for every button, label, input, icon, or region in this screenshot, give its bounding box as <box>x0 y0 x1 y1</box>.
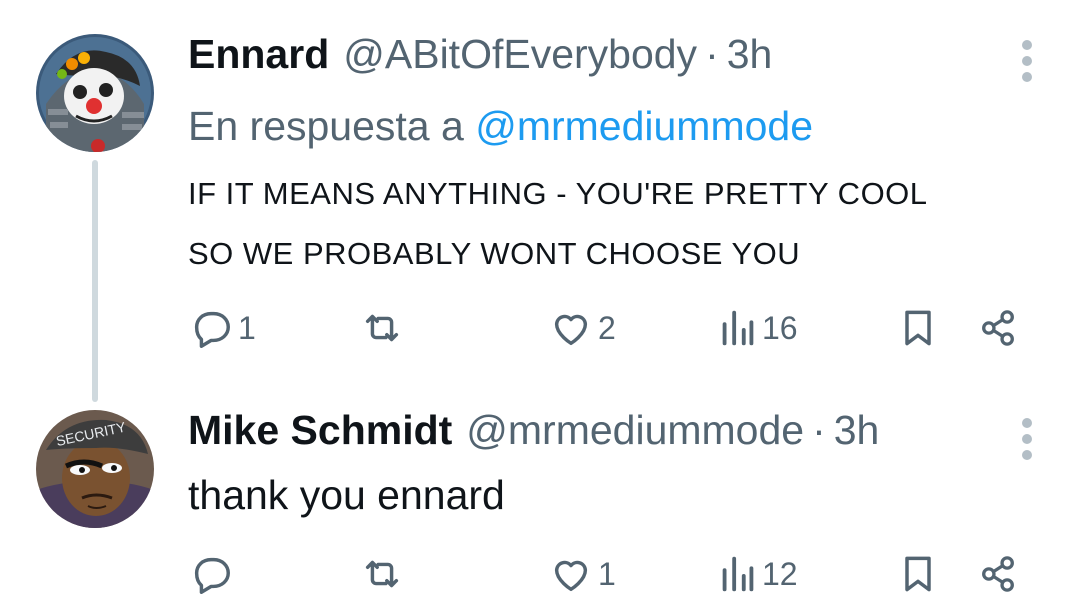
views-count: 12 <box>762 555 798 592</box>
tweet-header: Mike Schmidt @mrmediummode · 3h <box>188 406 1040 454</box>
heart-icon <box>554 314 588 346</box>
tweet-text: thank you ennard <box>188 472 505 518</box>
security-guard-avatar-icon[interactable]: SECURITY <box>36 410 154 528</box>
tweet-actions: 1 12 <box>188 550 1040 598</box>
thread-connector-line <box>92 160 98 402</box>
separator-dot: · <box>812 407 826 453</box>
reply-count: 1 <box>238 309 256 346</box>
tweet-timestamp[interactable]: 3h <box>834 406 880 454</box>
analytics-icon <box>722 556 754 592</box>
views-count: 16 <box>762 309 798 346</box>
retweet-icon <box>365 560 399 588</box>
more-options-icon[interactable] <box>1020 418 1034 460</box>
tweet-mike-schmidt[interactable]: SECURITY Mike Schmidt @mrmediummode · 3h… <box>0 400 1080 612</box>
tweet-actions: 1 2 16 <box>188 304 1040 352</box>
author-name[interactable]: Mike Schmidt <box>188 406 452 454</box>
like-button[interactable]: 1 <box>548 550 616 598</box>
retweet-button[interactable] <box>358 550 410 598</box>
like-count: 1 <box>598 555 616 592</box>
retweet-icon <box>365 314 399 342</box>
share-button[interactable] <box>976 550 1020 598</box>
tweet-header: Ennard @ABitOfEverybody · 3h <box>188 30 1040 78</box>
bookmark-button[interactable] <box>896 550 940 598</box>
reply-mention-link[interactable]: @mrmediummode <box>475 103 813 149</box>
reply-icon <box>194 557 230 594</box>
reply-button[interactable] <box>188 550 238 598</box>
views-button[interactable]: 16 <box>718 304 798 352</box>
author-handle[interactable]: @mrmediummode <box>466 406 804 454</box>
reply-button[interactable]: 1 <box>188 304 256 352</box>
clown-robot-avatar-icon[interactable] <box>36 34 154 152</box>
share-icon <box>982 556 1014 592</box>
heart-icon <box>554 560 588 592</box>
like-button[interactable]: 2 <box>548 304 616 352</box>
share-icon <box>982 310 1014 346</box>
separator-dot: · <box>705 31 719 77</box>
author-name[interactable]: Ennard <box>188 30 329 78</box>
reply-context: En respuesta a @mrmediummode <box>188 102 1040 150</box>
tweet-timestamp[interactable]: 3h <box>727 30 773 78</box>
more-options-icon[interactable] <box>1020 40 1034 82</box>
bookmark-button[interactable] <box>896 304 940 352</box>
reply-prefix: En respuesta a <box>188 103 464 149</box>
retweet-button[interactable] <box>358 304 410 352</box>
author-handle[interactable]: @ABitOfEverybody <box>343 30 697 78</box>
analytics-icon <box>722 310 754 346</box>
tweet-text: IF IT MEANS ANYTHING - YOU'RE PRETTY COO… <box>188 176 928 271</box>
views-button[interactable]: 12 <box>718 550 798 598</box>
reply-icon <box>194 311 230 348</box>
bookmark-icon <box>905 310 931 346</box>
tweet-ennard[interactable]: Ennard @ABitOfEverybody · 3h En respuest… <box>0 0 1080 402</box>
like-count: 2 <box>598 309 616 346</box>
share-button[interactable] <box>976 304 1020 352</box>
bookmark-icon <box>905 556 931 592</box>
